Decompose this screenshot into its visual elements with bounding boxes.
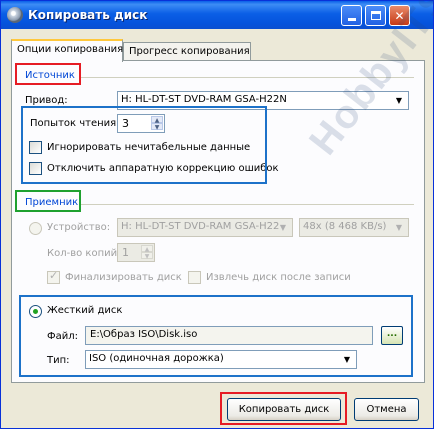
source-highlight-box	[15, 63, 81, 85]
write-speed-value: 48x (8 468 KB/s)	[303, 221, 387, 232]
copy-disc-window: Копировать диск ✕ Опции копирования Прог…	[0, 0, 434, 429]
title-bar[interactable]: Копировать диск ✕	[1, 1, 433, 29]
copy-button-highlight-box	[220, 392, 347, 425]
eject-label: Извлечь диск после записи	[206, 272, 351, 283]
finalize-label: Финализировать диск	[65, 272, 182, 283]
minimize-button[interactable]	[341, 5, 362, 26]
disc-icon	[7, 7, 23, 23]
window-title: Копировать диск	[28, 8, 148, 22]
maximize-icon	[370, 11, 381, 20]
spin-up-icon[interactable]: ▲	[141, 245, 153, 253]
device-label: Устройство:	[47, 222, 111, 233]
finalize-checkbox[interactable]	[47, 269, 60, 284]
spinner-buttons[interactable]: ▲ ▼	[141, 245, 153, 260]
drive-label: Привод:	[25, 95, 68, 106]
cancel-button[interactable]: Отмена	[354, 398, 419, 421]
eject-checkbox[interactable]	[188, 271, 201, 284]
chevron-down-icon: ▼	[395, 96, 403, 105]
destination-separator	[81, 204, 414, 205]
write-speed-select[interactable]: 48x (8 468 KB/s) ▼	[299, 218, 409, 237]
spin-down-icon[interactable]: ▼	[141, 252, 153, 260]
tab-copy-options[interactable]: Опции копирования	[11, 39, 123, 62]
source-drive-value: H: HL-DT-ST DVD-RAM GSA-H22N	[121, 94, 287, 105]
device-radio[interactable]	[29, 222, 42, 235]
destination-highlight-box	[15, 190, 81, 212]
copies-label: Кол-во копий:	[47, 248, 121, 259]
destination-device-value: H: HL-DT-ST DVD-RAM GSA-H22	[121, 221, 280, 232]
hdd-highlight-box	[19, 295, 413, 377]
minimize-icon	[347, 18, 356, 21]
copies-value: 1	[122, 246, 129, 259]
tab-copy-progress[interactable]: Прогресс копирования	[123, 42, 251, 61]
chevron-down-icon: ▼	[279, 223, 287, 232]
source-options-highlight-box	[21, 106, 267, 184]
maximize-button[interactable]	[365, 5, 386, 26]
copies-spinner[interactable]: 1 ▲ ▼	[117, 243, 155, 262]
chevron-down-icon: ▼	[395, 223, 403, 232]
destination-device-select[interactable]: H: HL-DT-ST DVD-RAM GSA-H22 ▼	[117, 218, 293, 237]
